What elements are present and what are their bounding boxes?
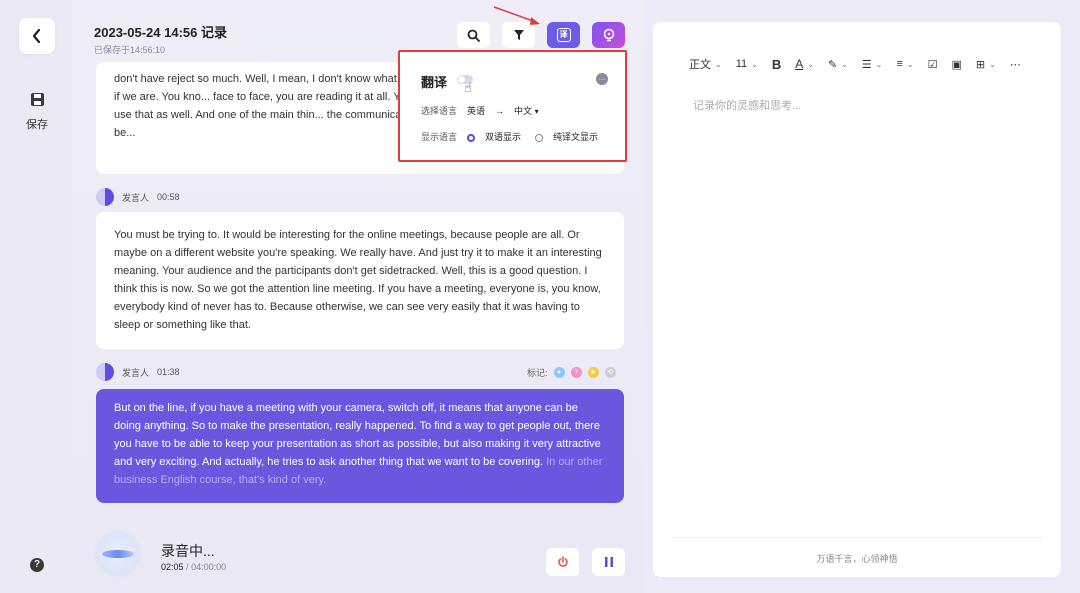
recording-total: 04:00:00 [191, 562, 227, 572]
stop-recording-button[interactable] [546, 548, 579, 576]
ai-assistant-button[interactable] [592, 22, 625, 48]
more-icon[interactable]: ⋯ [1010, 58, 1021, 71]
recording-time: 02:05 / 04:00:00 [161, 562, 226, 572]
target-language-select[interactable]: 中文 ▾ [514, 104, 539, 117]
display-label: 显示语言 [421, 132, 458, 142]
help-icon[interactable]: ? [30, 558, 44, 572]
speaker-time: 00:58 [157, 192, 180, 202]
save-button[interactable]: 保存 [16, 92, 58, 132]
save-icon [30, 93, 44, 106]
search-button[interactable] [457, 22, 490, 48]
speaker-avatar [96, 363, 114, 381]
speaker-time: 01:38 [157, 367, 180, 377]
translate-button[interactable]: 译 [547, 22, 580, 48]
option-translation-only[interactable]: 纯译文显示 [553, 130, 598, 143]
font-color-icon[interactable]: A ⌄ [795, 57, 814, 71]
highlight-icon[interactable]: ✎ ⌄ [828, 58, 848, 71]
source-language[interactable]: 英语 [467, 104, 485, 117]
translate-popover: 翻译 ☝ … 选择语言 英语 → 中文 ▾ 显示语言 双语显示 纯译文显示 [398, 50, 627, 162]
left-rail: 保存 ? [0, 0, 72, 593]
table-icon[interactable]: ⊞ ⌄ [976, 58, 996, 71]
paragraph-style-select[interactable]: 正文 ⌄ [689, 56, 722, 72]
bullet-list-icon[interactable]: ≡ ⌄ [896, 58, 913, 70]
hand-cursor-icon: ☝ [464, 80, 472, 95]
language-select-row: 选择语言 英语 → 中文 ▾ [421, 104, 539, 117]
saved-status: 已保存于14:56:10 [94, 45, 166, 55]
back-button[interactable] [19, 18, 55, 54]
lang-label: 选择语言 [421, 106, 458, 116]
mark-question-icon[interactable]: ? [570, 367, 582, 378]
marks-bar: 标记: ● ? ★ ⟲ [527, 366, 616, 379]
search-icon [467, 29, 480, 42]
recording-elapsed: 02:05 [161, 562, 184, 572]
recording-orb [94, 530, 142, 578]
display-mode-row: 显示语言 双语显示 纯译文显示 [421, 130, 598, 143]
editor-footer: 万语千言，心领神悟 [816, 554, 898, 564]
radio-bilingual[interactable] [467, 133, 476, 142]
editor-input[interactable]: 记录你的灵感和思考... [693, 97, 801, 113]
chevron-left-icon [32, 29, 41, 43]
notes-editor: 正文 ⌄ 11 ⌄ B A ⌄ ✎ ⌄ ☰ ⌄ ≡ ⌄ ☑ ▣ ⊞ ⌄ ⋯ 记录你的灵感和思考… [653, 22, 1061, 577]
ai-bulb-icon [603, 28, 614, 42]
pause-button[interactable] [592, 548, 625, 576]
speaker-name: 发言人 [122, 192, 150, 203]
page-title: 2023-05-24 14:56 记录 [94, 25, 227, 40]
transcript-card-active[interactable]: But on the line, if you have a meeting w… [96, 389, 624, 503]
chevron-down-icon: ▾ [534, 107, 539, 116]
marks-label: 标记: [527, 368, 548, 378]
power-icon [557, 556, 568, 567]
bold-icon[interactable]: B [772, 57, 781, 72]
checkbox-icon[interactable]: ☑ [928, 58, 938, 71]
mark-clear-icon[interactable]: ⟲ [604, 367, 616, 378]
radio-translation-only[interactable] [535, 133, 544, 142]
speaker-row: 发言人 01:38 [96, 363, 180, 381]
speaker-name: 发言人 [122, 367, 150, 378]
speaker-avatar [96, 188, 114, 206]
speaker-row: 发言人 00:58 [96, 188, 180, 206]
filter-icon [513, 30, 524, 40]
pause-icon [604, 557, 613, 567]
editor-divider [671, 537, 1043, 538]
save-label: 保存 [26, 119, 48, 131]
chat-icon[interactable]: … [596, 73, 608, 85]
image-icon[interactable]: ▣ [951, 58, 961, 71]
transcript-text: But on the line, if you have a meeting w… [114, 402, 601, 468]
arrow-right-icon: → [495, 105, 505, 116]
mark-blue-icon[interactable]: ● [553, 367, 565, 378]
transcript-text: You must be trying to. It would be inter… [114, 229, 602, 331]
popover-title: 翻译 [421, 75, 448, 90]
ordered-list-icon[interactable]: ☰ ⌄ [862, 58, 883, 71]
translate-icon: 译 [556, 28, 571, 42]
transcript-card[interactable]: You must be trying to. It would be inter… [96, 212, 624, 349]
font-size-select[interactable]: 11 ⌄ [736, 58, 758, 70]
editor-toolbar: 正文 ⌄ 11 ⌄ B A ⌄ ✎ ⌄ ☰ ⌄ ≡ ⌄ ☑ ▣ ⊞ ⌄ ⋯ [689, 56, 1021, 72]
time-separator: / [186, 562, 189, 572]
mark-star-icon[interactable]: ★ [587, 367, 599, 378]
filter-button[interactable] [502, 22, 535, 48]
option-bilingual[interactable]: 双语显示 [485, 130, 521, 143]
recording-status: 录音中... [161, 543, 215, 559]
